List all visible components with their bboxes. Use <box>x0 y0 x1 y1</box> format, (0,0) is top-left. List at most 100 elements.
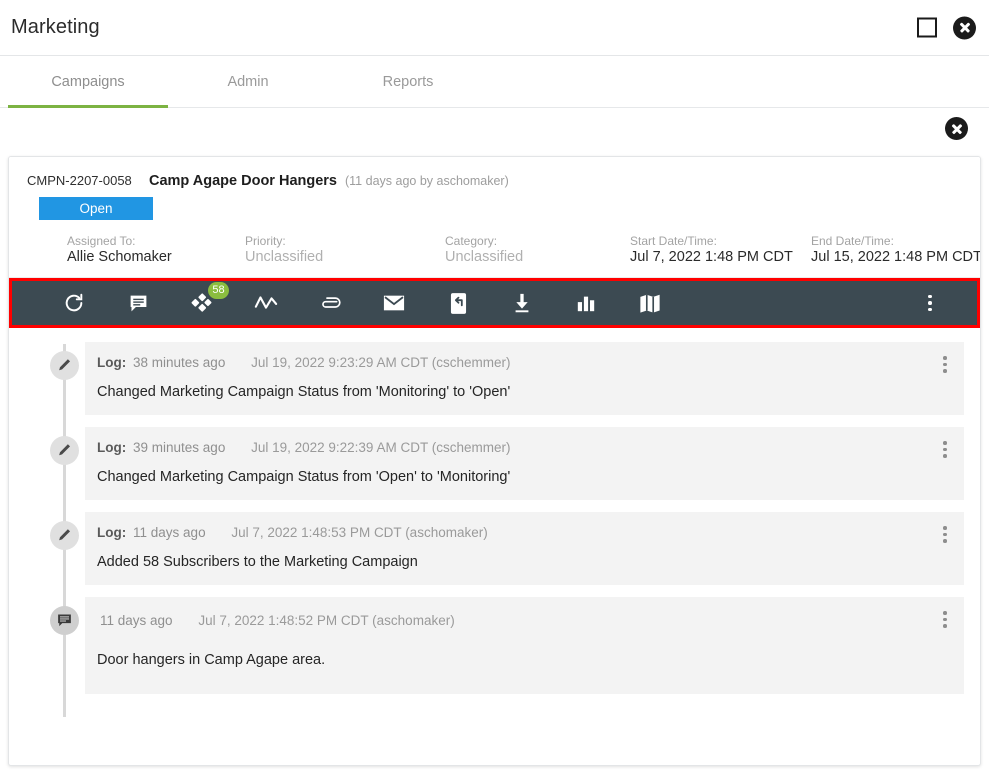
envelope-email-icon[interactable] <box>362 281 426 325</box>
dot <box>943 539 947 543</box>
subscribers-count-badge: 58 <box>208 282 229 299</box>
dot <box>943 532 947 536</box>
subscribers-icon[interactable]: 58 <box>170 281 234 325</box>
timeline-entry-header: 11 days ago Jul 7, 2022 1:48:52 PM CDT (… <box>97 613 948 628</box>
campaign-detail-card: CMPN-2207-0058 Camp Agape Door Hangers (… <box>9 157 980 278</box>
tab-campaigns-label: Campaigns <box>51 73 125 90</box>
dot <box>928 307 932 312</box>
field-category-value: Unclassified <box>445 249 524 265</box>
dot <box>943 624 947 628</box>
dot <box>928 294 932 299</box>
close-circle-icon[interactable] <box>953 16 976 39</box>
field-assigned-to-value: Allie Schomaker <box>67 249 172 265</box>
field-assigned-to: Assigned To: Allie Schomaker <box>67 234 245 265</box>
relative-time: 11 days ago <box>133 525 206 540</box>
panel-close-strip <box>0 108 989 152</box>
timeline-entry-text: Door hangers in Camp Agape area. <box>97 652 326 668</box>
campaign-name: Camp Agape Door Hangers <box>149 173 337 189</box>
field-category-label: Category: <box>445 234 498 248</box>
pencil-edit-icon[interactable] <box>50 521 79 550</box>
more-vertical-icon[interactable] <box>917 281 943 325</box>
campaign-meta: (11 days ago by aschomaker) <box>345 174 509 188</box>
timeline-entry: Log: 11 days ago Jul 7, 2022 1:48:53 PM … <box>9 512 964 585</box>
field-assigned-to-label: Assigned To: <box>67 234 136 248</box>
absolute-timestamp: Jul 7, 2022 1:48:53 PM CDT (aschomaker) <box>231 525 488 540</box>
timeline-entry-body: 11 days ago Jul 7, 2022 1:48:52 PM CDT (… <box>85 597 964 694</box>
campaign-panel: CMPN-2207-0058 Camp Agape Door Hangers (… <box>8 156 981 766</box>
dot <box>943 356 947 360</box>
entry-more-vertical-icon[interactable] <box>934 607 956 632</box>
campaign-title-row: CMPN-2207-0058 Camp Agape Door Hangers (… <box>27 173 962 189</box>
absolute-timestamp: Jul 19, 2022 9:23:29 AM CDT (cschemmer) <box>251 355 511 370</box>
log-prefix: Log: <box>97 525 127 540</box>
maximize-square-icon[interactable] <box>917 17 937 38</box>
activity-line-chart-icon[interactable] <box>234 281 298 325</box>
relative-time: 39 minutes ago <box>133 440 226 455</box>
timeline-entry-body: Log: 11 days ago Jul 7, 2022 1:48:53 PM … <box>85 512 964 585</box>
tab-admin[interactable]: Admin <box>168 56 328 107</box>
activity-timeline: Log: 38 minutes ago Jul 19, 2022 9:23:29… <box>9 328 980 743</box>
timeline-entry-body: Log: 38 minutes ago Jul 19, 2022 9:23:29… <box>85 342 964 415</box>
window-header: Marketing <box>0 0 989 56</box>
tabbar: Campaigns Admin Reports <box>0 56 989 108</box>
refresh-icon[interactable] <box>42 281 106 325</box>
field-end-date-label: End Date/Time: <box>811 234 894 248</box>
dot <box>943 611 947 615</box>
field-priority: Priority: Unclassified <box>245 234 445 265</box>
comment-icon[interactable] <box>106 281 170 325</box>
field-priority-value: Unclassified <box>245 249 324 265</box>
tab-campaigns[interactable]: Campaigns <box>8 56 168 108</box>
timeline-entry-body: Log: 39 minutes ago Jul 19, 2022 9:22:39… <box>85 427 964 500</box>
field-end-date: End Date/Time: Jul 15, 2022 1:48 PM CDT <box>811 234 981 265</box>
bar-chart-icon[interactable] <box>554 281 618 325</box>
window-controls <box>917 16 976 39</box>
dot <box>943 369 947 373</box>
comment-note-icon[interactable] <box>50 606 79 635</box>
timeline-entry: Log: 38 minutes ago Jul 19, 2022 9:23:29… <box>9 342 964 415</box>
field-category: Category: Unclassified <box>445 234 630 265</box>
log-prefix: Log: <box>97 440 127 455</box>
tab-reports[interactable]: Reports <box>328 56 488 107</box>
paperclip-attachment-icon[interactable] <box>298 281 362 325</box>
absolute-timestamp: Jul 19, 2022 9:22:39 AM CDT (cschemmer) <box>251 440 511 455</box>
timeline-entry: 11 days ago Jul 7, 2022 1:48:52 PM CDT (… <box>9 597 964 694</box>
dot <box>943 441 947 445</box>
status-badge[interactable]: Open <box>39 197 153 220</box>
timeline-entry: Log: 39 minutes ago Jul 19, 2022 9:22:39… <box>9 427 964 500</box>
dot <box>943 454 947 458</box>
dot <box>943 447 947 451</box>
pencil-edit-icon[interactable] <box>50 436 79 465</box>
relative-time: 38 minutes ago <box>133 355 226 370</box>
entry-more-vertical-icon[interactable] <box>934 352 956 377</box>
log-prefix: Log: <box>97 355 127 370</box>
page-title: Marketing <box>11 16 100 38</box>
field-start-date-value: Jul 7, 2022 1:48 PM CDT <box>630 249 793 265</box>
pencil-edit-icon[interactable] <box>50 351 79 380</box>
relative-time: 11 days ago <box>100 613 173 628</box>
entry-more-vertical-icon[interactable] <box>934 437 956 462</box>
download-icon[interactable] <box>490 281 554 325</box>
mobile-sms-icon[interactable] <box>426 281 490 325</box>
timeline-entry-text: Changed Marketing Campaign Status from '… <box>97 384 511 400</box>
field-end-date-value: Jul 15, 2022 1:48 PM CDT <box>811 249 981 265</box>
campaign-fields: Assigned To: Allie Schomaker Priority: U… <box>27 234 980 265</box>
field-priority-label: Priority: <box>245 234 286 248</box>
timeline-entry-header: Log: 11 days ago Jul 7, 2022 1:48:53 PM … <box>97 525 948 540</box>
dot <box>928 301 932 305</box>
timeline-entry-header: Log: 39 minutes ago Jul 19, 2022 9:22:39… <box>97 440 948 455</box>
action-toolbar-highlight: 58 <box>9 278 980 328</box>
tab-admin-label: Admin <box>227 73 269 90</box>
campaign-id: CMPN-2207-0058 <box>27 173 132 188</box>
dot <box>943 617 947 621</box>
dot <box>943 362 947 366</box>
absolute-timestamp: Jul 7, 2022 1:48:52 PM CDT (aschomaker) <box>198 613 455 628</box>
timeline-entry-text: Changed Marketing Campaign Status from '… <box>97 469 511 485</box>
action-toolbar: 58 <box>12 281 977 325</box>
map-icon[interactable] <box>618 281 682 325</box>
dot <box>943 526 947 530</box>
tab-reports-label: Reports <box>382 73 434 90</box>
timeline-entry-text: Added 58 Subscribers to the Marketing Ca… <box>97 554 418 570</box>
close-record-icon[interactable] <box>945 117 968 140</box>
entry-more-vertical-icon[interactable] <box>934 522 956 547</box>
field-start-date-label: Start Date/Time: <box>630 234 717 248</box>
